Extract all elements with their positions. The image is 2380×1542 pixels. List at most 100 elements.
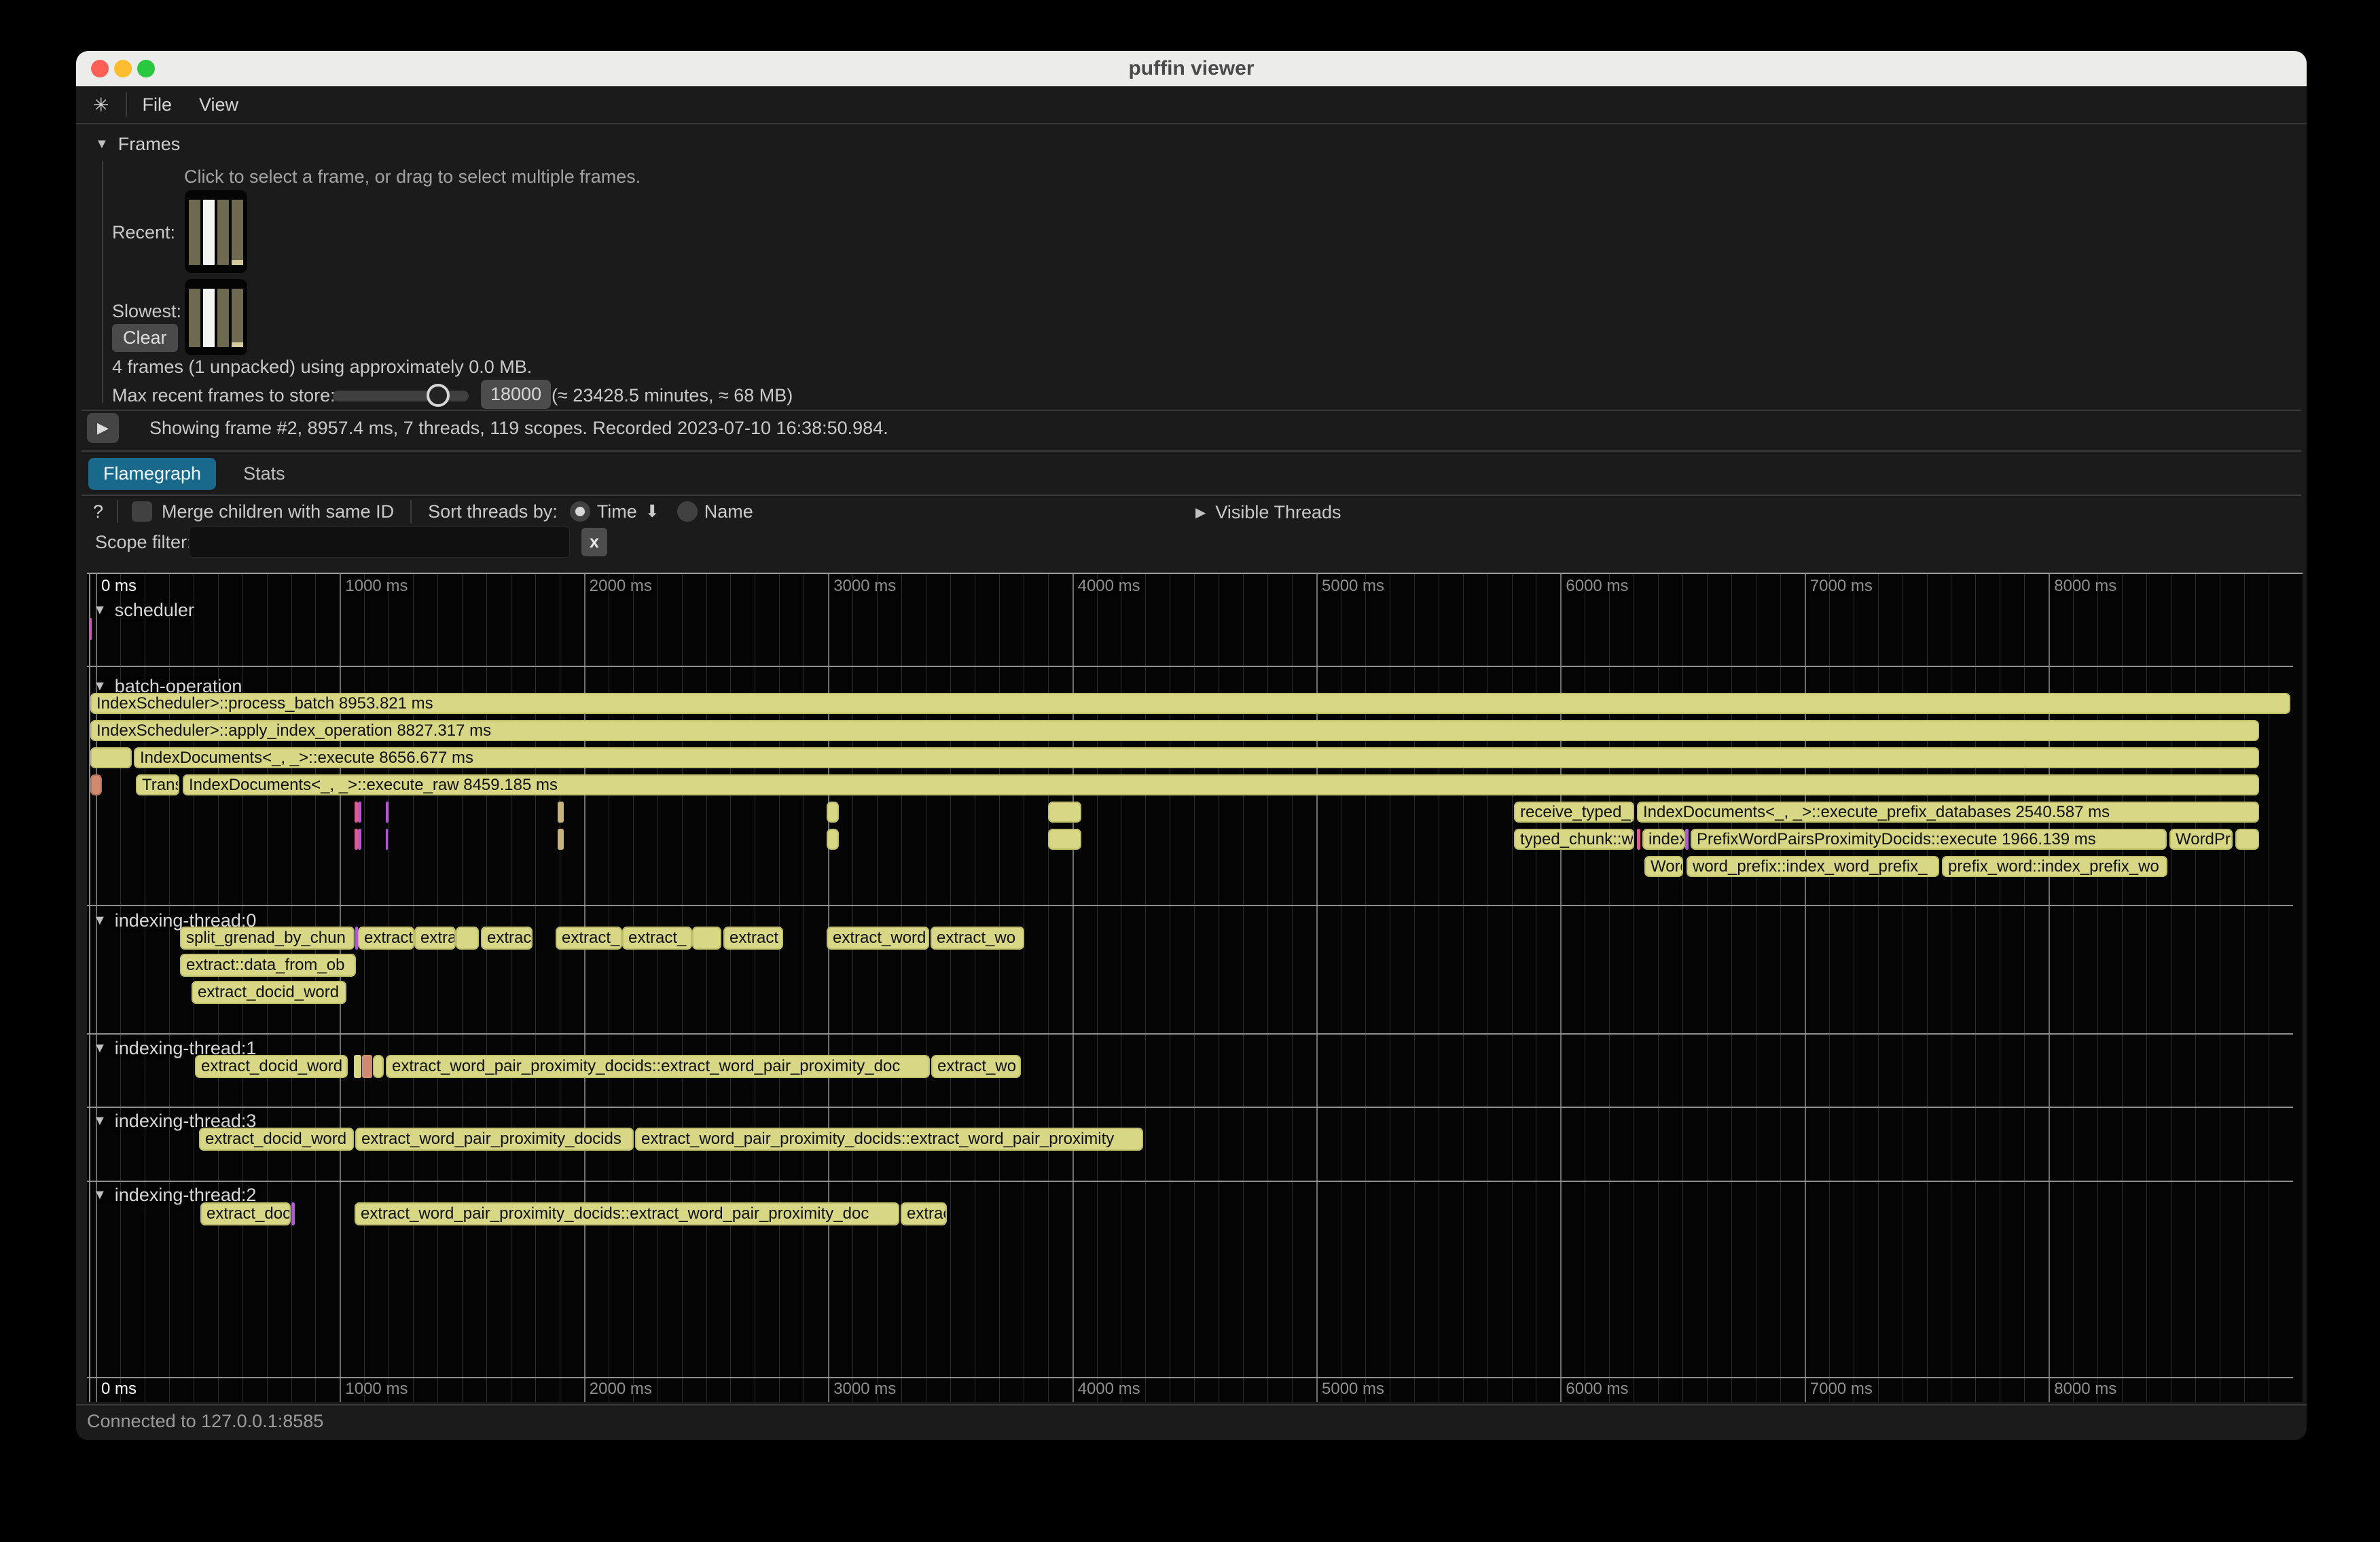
flame-scope-bar[interactable]: extrac xyxy=(901,1202,947,1225)
tabs-row: Flamegraph Stats xyxy=(76,455,2307,492)
flame-scope-bar[interactable] xyxy=(1048,802,1081,823)
flame-scope-bar[interactable] xyxy=(827,829,839,850)
flame-scope-bar[interactable]: extract_docid_word xyxy=(199,1128,354,1151)
slowest-frames-thumbnail[interactable] xyxy=(185,279,247,355)
menu-view[interactable]: View xyxy=(199,94,238,115)
tab-stats[interactable]: Stats xyxy=(228,458,300,490)
flame-scope-bar[interactable] xyxy=(358,829,361,850)
flame-scope-bar[interactable]: extract_docid_word xyxy=(195,1055,348,1078)
sort-time-label[interactable]: Time xyxy=(597,501,637,522)
flame-scope-bar[interactable]: extract_word xyxy=(827,927,929,950)
max-frames-approx-text: (≈ 23428.5 minutes, ≈ 68 MB) xyxy=(552,385,793,406)
frame-bar-stripe[interactable] xyxy=(232,200,243,265)
flame-scope-bar[interactable]: IndexScheduler>::apply_index_operation 8… xyxy=(90,720,2259,741)
flame-scope-bar[interactable]: extract_docid_word xyxy=(192,981,346,1004)
flame-scope-bar[interactable] xyxy=(558,829,564,850)
flame-scope-bar[interactable]: extract xyxy=(358,927,414,950)
flame-scope-bar[interactable]: extract_word_pair_proximity_docids::extr… xyxy=(386,1055,930,1078)
flame-scope-bar[interactable] xyxy=(358,802,361,823)
flame-scope-bar[interactable] xyxy=(558,802,564,823)
flame-scope-bar[interactable] xyxy=(1685,829,1689,850)
visible-threads-collapsible[interactable]: ▶ Visible Threads xyxy=(1195,502,1341,523)
frame-bar-stripe[interactable] xyxy=(232,289,243,347)
sort-name-radio[interactable] xyxy=(677,501,698,522)
flame-scope-bar[interactable] xyxy=(386,802,389,823)
flame-scope-bar[interactable]: Trans xyxy=(136,774,179,795)
flame-scope-bar[interactable]: extract_word_pair_proximity_docids::extr… xyxy=(635,1128,1143,1151)
flame-scope-bar[interactable] xyxy=(291,1202,295,1225)
sort-direction-arrow-icon[interactable]: ⬇ xyxy=(645,501,660,522)
flame-scope-bar[interactable]: receive_typed_ xyxy=(1514,802,1634,823)
collapse-arrow-icon: ▼ xyxy=(95,137,109,152)
menu-file[interactable]: File xyxy=(142,94,172,115)
frame-bar-stripe[interactable] xyxy=(203,289,215,347)
collapse-arrow-icon: ▼ xyxy=(93,1041,107,1056)
flame-scope-bar[interactable]: IndexScheduler>::process_batch 8953.821 … xyxy=(90,693,2290,714)
flame-scope-bar[interactable]: Word xyxy=(1644,856,1683,877)
scope-filter-input[interactable] xyxy=(189,526,570,558)
flame-scope-bar[interactable] xyxy=(2235,829,2259,850)
max-frames-value[interactable]: 18000 xyxy=(481,380,551,409)
flame-scope-bar[interactable] xyxy=(1637,829,1640,850)
flame-scope-bar[interactable] xyxy=(90,774,102,795)
clear-filter-button[interactable]: x xyxy=(581,528,607,556)
flame-scope-bar[interactable] xyxy=(90,747,132,768)
slider-knob[interactable] xyxy=(427,384,450,407)
merge-children-checkbox[interactable] xyxy=(132,501,152,522)
flame-scope-bar[interactable]: word_prefix::index_word_prefix_ xyxy=(1687,856,1939,877)
recent-frames-thumbnail[interactable] xyxy=(185,190,247,273)
axis-tick-label: 8000 ms xyxy=(2054,577,2116,596)
flame-scope-bar[interactable]: extract_wo xyxy=(931,927,1024,950)
sort-time-radio[interactable] xyxy=(570,501,590,522)
minimize-window-button[interactable] xyxy=(114,60,132,77)
maximize-window-button[interactable] xyxy=(137,60,155,77)
flame-scope-bar[interactable]: prefix_word::index_prefix_wo xyxy=(1942,856,2167,877)
collapse-arrow-icon: ▼ xyxy=(93,603,107,618)
flamegraph-canvas[interactable]: 0 ms0 ms1000 ms1000 ms2000 ms2000 ms3000… xyxy=(87,573,2303,1402)
flame-scope-bar[interactable]: extract xyxy=(723,927,783,950)
clear-button[interactable]: Clear xyxy=(112,324,178,352)
flame-scope-bar[interactable] xyxy=(354,1055,361,1078)
frames-collapsible-header[interactable]: ▼ Frames xyxy=(95,134,180,155)
frame-bar-stripe[interactable] xyxy=(217,200,229,265)
flame-scope-bar[interactable]: typed_chunk::w xyxy=(1514,829,1634,850)
flame-scope-bar[interactable]: IndexDocuments<_, _>::execute_raw 8459.1… xyxy=(183,774,2259,795)
flame-scope-bar[interactable]: index xyxy=(1642,829,1685,850)
flame-scope-bar[interactable] xyxy=(362,1055,372,1078)
play-button[interactable]: ▶ xyxy=(87,413,119,443)
flame-scope-bar[interactable]: PrefixWordPairsProximityDocids::execute … xyxy=(1691,829,2167,850)
max-frames-slider[interactable] xyxy=(333,391,469,401)
flame-scope-bar[interactable] xyxy=(692,927,721,950)
flame-scope-bar[interactable]: extract_wo xyxy=(931,1055,1021,1078)
flame-scope-bar[interactable]: extract_word_pair_proximity_docids xyxy=(355,1128,634,1151)
flame-scope-bar[interactable]: extract_doc xyxy=(200,1202,291,1225)
flame-scope-bar[interactable]: extrac xyxy=(481,927,533,950)
tab-flamegraph[interactable]: Flamegraph xyxy=(88,458,216,490)
flame-scope-bar[interactable] xyxy=(90,618,92,640)
frame-bar-stripe[interactable] xyxy=(189,289,200,347)
flame-scope-bar[interactable]: IndexDocuments<_, _>::execute_prefix_dat… xyxy=(1637,802,2259,823)
flame-scope-bar[interactable]: IndexDocuments<_, _>::execute 8656.677 m… xyxy=(134,747,2259,768)
flame-scope-bar[interactable] xyxy=(1048,829,1081,850)
axis-tick-label: 2000 ms xyxy=(590,577,652,596)
flame-scope-bar[interactable] xyxy=(386,829,388,850)
flame-scope-bar[interactable]: extra xyxy=(414,927,456,950)
flame-scope-bar[interactable] xyxy=(827,802,839,823)
sort-threads-label: Sort threads by: xyxy=(428,501,558,522)
flame-scope-bar[interactable]: extract::data_from_ob xyxy=(180,954,356,977)
sort-name-label[interactable]: Name xyxy=(704,501,753,522)
flame-scope-bar[interactable] xyxy=(456,927,479,950)
flame-scope-bar[interactable] xyxy=(373,1055,384,1078)
frame-bar-stripe[interactable] xyxy=(217,289,229,347)
help-button[interactable]: ? xyxy=(93,501,103,522)
flame-scope-bar[interactable]: extract_ xyxy=(622,927,692,950)
frame-bar-stripe[interactable] xyxy=(203,200,215,265)
flame-scope-bar[interactable]: WordPr xyxy=(2169,829,2233,850)
thread-name-label: scheduler xyxy=(115,600,194,621)
thread-header-scheduler[interactable]: ▼ scheduler xyxy=(93,600,194,621)
flame-scope-bar[interactable]: extract_word_pair_proximity_docids::extr… xyxy=(355,1202,899,1225)
flame-scope-bar[interactable]: split_grenad_by_chun xyxy=(180,927,355,950)
close-window-button[interactable] xyxy=(91,60,109,77)
flame-scope-bar[interactable]: extract_ xyxy=(556,927,622,950)
frame-bar-stripe[interactable] xyxy=(189,200,200,265)
